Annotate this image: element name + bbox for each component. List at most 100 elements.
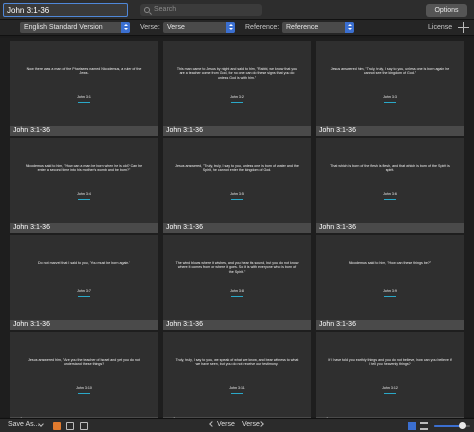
verse-divider — [384, 393, 396, 394]
next-verse-button[interactable]: Verse — [242, 421, 260, 428]
verse-reference: John 3:3 — [383, 95, 397, 99]
verse-text: Nicodemus said to him, "How can these th… — [348, 261, 432, 265]
previous-verse-button[interactable]: Verse — [217, 421, 235, 428]
slide-thumbnail[interactable]: Do not marvel that I said to you, 'You m… — [10, 235, 158, 331]
verse-text: That which is born of the flesh is flesh… — [330, 164, 450, 173]
options-bar: English Standard Version Verse: Verse Re… — [0, 20, 474, 36]
search-input[interactable]: Search — [140, 4, 262, 16]
slide-caption: John 3:1-36 — [10, 320, 158, 330]
fullscreen-icon[interactable] — [80, 422, 88, 430]
slide-caption: John 3:1-36 — [163, 126, 311, 136]
slide-screen: That which is born of the flesh is flesh… — [316, 138, 464, 223]
slide-screen: Nicodemus said to him, "How can a man be… — [10, 138, 158, 223]
slide-thumbnail[interactable]: Truly, truly, I say to you, we speak of … — [163, 332, 311, 428]
translation-select[interactable]: English Standard Version — [20, 22, 130, 33]
search-placeholder: Search — [154, 6, 177, 13]
verse-divider — [231, 393, 243, 394]
translation-value: English Standard Version — [24, 24, 103, 31]
save-as-button[interactable]: Save As... — [8, 421, 40, 428]
slide-caption: John 3:1-36 — [10, 126, 158, 136]
list-view-icon[interactable] — [420, 422, 428, 430]
verse-reference: John 3:6 — [383, 192, 397, 196]
slide-thumbnail[interactable]: Now there was a man of the Pharisees nam… — [10, 41, 158, 137]
grid-view-icon[interactable] — [408, 422, 416, 430]
slide-thumbnail[interactable]: Jesus answered, "Truly, truly, I say to … — [163, 138, 311, 234]
slide-caption: John 3:1-36 — [316, 320, 464, 330]
verse-reference: John 3:11 — [229, 386, 245, 390]
slide-screen: Do not marvel that I said to you, 'You m… — [10, 235, 158, 320]
options-button[interactable]: Options — [426, 4, 467, 17]
verse-reference: John 3:1 — [77, 95, 91, 99]
slide-thumbnail[interactable]: Jesus answered him, "Are you the teacher… — [10, 332, 158, 428]
slide-grid: Now there was a man of the Pharisees nam… — [0, 38, 474, 427]
verse-text: Nicodemus said to him, "How can a man be… — [25, 164, 143, 173]
select-arrows-icon — [226, 22, 235, 33]
verse-reference: John 3:10 — [76, 386, 92, 390]
slide-screen: If I have told you earthly things and yo… — [316, 332, 464, 417]
slide-caption: John 3:1-36 — [316, 126, 464, 136]
reference-value: Reference — [286, 24, 319, 31]
slide-screen: Truly, truly, I say to you, we speak of … — [163, 332, 311, 417]
verse-divider — [384, 199, 396, 200]
verse-text: Jesus answered, "Truly, truly, I say to … — [175, 164, 299, 173]
bottom-bar: Save As... Verse Verse — [0, 418, 474, 432]
reference-select[interactable]: Reference — [282, 22, 354, 33]
verse-text: The wind blows where it wishes, and you … — [175, 261, 299, 274]
zoom-slider-knob[interactable] — [458, 422, 466, 429]
slide-screen: Jesus answered him, "Truly, truly, I say… — [316, 41, 464, 126]
verse-label: Verse: — [140, 24, 160, 31]
verse-divider — [384, 296, 396, 297]
verse-divider — [384, 102, 396, 103]
license-button[interactable]: License — [428, 24, 452, 31]
slide-thumbnail[interactable]: Nicodemus said to him, "How can a man be… — [10, 138, 158, 234]
slide-thumbnail[interactable]: That which is born of the flesh is flesh… — [316, 138, 464, 234]
slide-screen: This man came to Jesus by night and said… — [163, 41, 311, 126]
slide-screen: Jesus answered him, "Are you the teacher… — [10, 332, 158, 417]
zoom-slider[interactable] — [434, 422, 470, 429]
verse-text: If I have told you earthly things and yo… — [328, 358, 452, 367]
verse-divider — [78, 393, 90, 394]
chevron-left-icon[interactable] — [209, 421, 215, 427]
search-icon — [144, 7, 150, 13]
verse-reference: John 3:7 — [77, 289, 91, 293]
slide-screen: Nicodemus said to him, "How can these th… — [316, 235, 464, 320]
layout-icon[interactable] — [66, 422, 74, 430]
slide-caption: John 3:1-36 — [316, 223, 464, 233]
top-toolbar: John 3:1-36 Search Options — [0, 0, 474, 20]
slide-thumbnail[interactable]: If I have told you earthly things and yo… — [316, 332, 464, 428]
verse-divider — [78, 199, 90, 200]
verse-divider — [231, 102, 243, 103]
slide-thumbnail[interactable]: Jesus answered him, "Truly, truly, I say… — [316, 41, 464, 137]
verse-divider — [231, 199, 243, 200]
slide-thumbnail[interactable]: This man came to Jesus by night and said… — [163, 41, 311, 137]
verse-reference: John 3:9 — [383, 289, 397, 293]
slide-thumbnail[interactable]: Nicodemus said to him, "How can these th… — [316, 235, 464, 331]
verse-select[interactable]: Verse — [163, 22, 235, 33]
select-arrows-icon — [345, 22, 354, 33]
verse-reference: John 3:5 — [230, 192, 244, 196]
verse-value: Verse — [167, 24, 185, 31]
verse-reference: John 3:4 — [77, 192, 91, 196]
verse-text: This man came to Jesus by night and said… — [176, 67, 298, 80]
verse-divider — [78, 102, 90, 103]
slide-screen: The wind blows where it wishes, and you … — [163, 235, 311, 320]
slide-caption: John 3:1-36 — [163, 320, 311, 330]
reference-label: Reference: — [245, 24, 280, 31]
slide-screen: Now there was a man of the Pharisees nam… — [10, 41, 158, 126]
verse-divider — [78, 296, 90, 297]
verse-reference: John 3:8 — [230, 289, 244, 293]
slide-caption: John 3:1-36 — [163, 223, 311, 233]
app-window: John 3:1-36 Search Options English Stand… — [0, 0, 474, 432]
slide-screen: Jesus answered, "Truly, truly, I say to … — [163, 138, 311, 223]
add-icon[interactable] — [458, 22, 469, 33]
verse-text: Now there was a man of the Pharisees nam… — [26, 67, 142, 76]
orange-theme-icon[interactable] — [53, 422, 61, 430]
verse-text: Jesus answered him, "Truly, truly, I say… — [330, 67, 450, 76]
verse-reference: John 3:2 — [230, 95, 244, 99]
verse-divider — [231, 296, 243, 297]
reference-input[interactable]: John 3:1-36 — [3, 3, 128, 17]
slide-thumbnail[interactable]: The wind blows where it wishes, and you … — [163, 235, 311, 331]
verse-reference: John 3:12 — [382, 386, 398, 390]
verse-text: Jesus answered him, "Are you the teacher… — [28, 358, 140, 367]
verse-text: Truly, truly, I say to you, we speak of … — [175, 358, 299, 367]
